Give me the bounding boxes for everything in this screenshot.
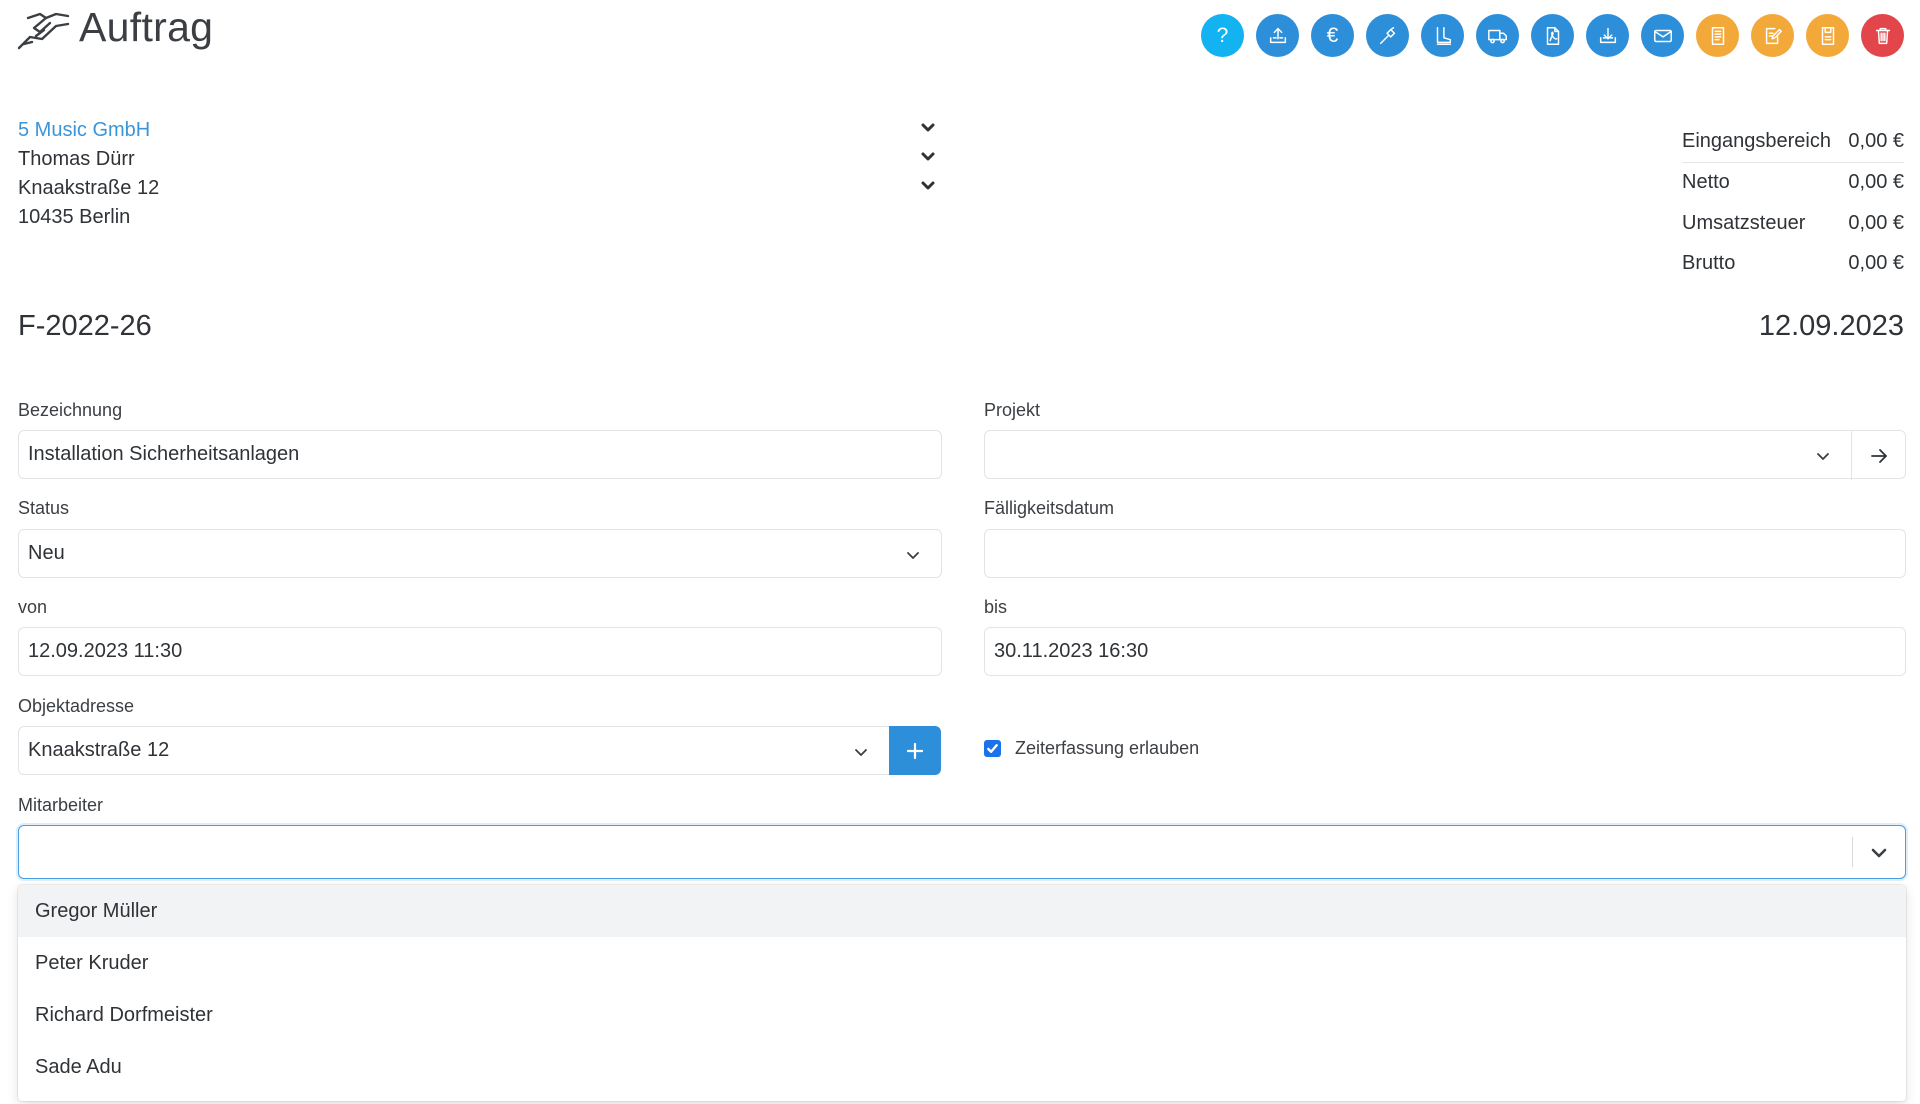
upload-button[interactable] [1256, 14, 1299, 57]
bezeichnung-label: Bezeichnung [18, 400, 123, 420]
mitarbeiter-input[interactable] [29, 826, 1849, 878]
contact-dropdown-toggle[interactable] [917, 146, 939, 168]
document-button[interactable] [1696, 14, 1739, 57]
help-button[interactable]: ? [1201, 14, 1244, 57]
mail-button[interactable] [1641, 14, 1684, 57]
bis-field[interactable] [984, 627, 1906, 676]
total-value: 0,00 € [1848, 252, 1904, 275]
euro-icon: € [1326, 24, 1339, 47]
total-row-eingangsbereich: Eingangsbereich 0,00 € [1682, 122, 1904, 163]
euro-button[interactable]: € [1311, 14, 1354, 57]
von-field[interactable] [18, 627, 942, 676]
status-label: Status [18, 498, 70, 518]
download-button[interactable] [1586, 14, 1629, 57]
plus-icon [906, 742, 924, 759]
boot-button[interactable] [1421, 14, 1464, 57]
bis-label: bis [984, 597, 1008, 617]
chevron-down-icon [905, 546, 921, 562]
total-row-brutto: Brutto 0,00 € [1682, 244, 1904, 285]
edit-button[interactable] [1751, 14, 1794, 57]
objektadresse-select[interactable]: Knaakstraße 12 [18, 726, 890, 775]
hammer-icon [1379, 26, 1395, 44]
add-objektadresse-button[interactable] [889, 726, 941, 775]
faelligkeitsdatum-field[interactable] [984, 529, 1906, 578]
delivery-button[interactable] [1476, 14, 1519, 57]
totals-panel: Eingangsbereich 0,00 € Netto 0,00 € Umsa… [1682, 122, 1904, 284]
address-dropdown-toggle[interactable] [917, 175, 939, 197]
trash-icon [1875, 27, 1890, 44]
dropdown-option[interactable]: Richard Dorfmeister [18, 989, 1906, 1041]
objektadresse-value: Knaakstraße 12 [28, 739, 170, 761]
chevron-down-icon [921, 152, 935, 161]
pdf-icon [1546, 26, 1559, 45]
chevron-down-icon[interactable] [1869, 843, 1889, 863]
arrow-right-icon [1870, 448, 1887, 463]
total-row-netto: Netto 0,00 € [1682, 163, 1904, 204]
projekt-select[interactable] [984, 430, 1906, 480]
mitarbeiter-dropdown: Gregor Müller Peter Kruder Richard Dorfm… [18, 885, 1906, 1101]
upload-icon [1269, 27, 1286, 43]
status-select[interactable]: Neu [18, 529, 942, 578]
zeiterfassung-checkbox[interactable] [984, 740, 1001, 757]
zeiterfassung-label[interactable]: Zeiterfassung erlauben [1015, 738, 1199, 759]
faelligkeitsdatum-label: Fälligkeitsdatum [984, 498, 1115, 518]
total-label: Umsatzsteuer [1682, 211, 1806, 234]
handshake-logo-icon [16, 6, 72, 54]
total-label: Brutto [1682, 252, 1736, 275]
save-button[interactable] [1806, 14, 1849, 57]
truck-icon [1487, 29, 1507, 43]
customer-company-link[interactable]: 5 Music GmbH [18, 119, 150, 142]
boot-icon [1436, 26, 1451, 45]
von-label: von [18, 597, 48, 617]
customer-contact: Thomas Dürr [18, 148, 135, 170]
checkmark-icon [987, 744, 998, 753]
dropdown-option[interactable]: Peter Kruder [18, 937, 1906, 989]
status-value: Neu [28, 542, 65, 564]
hammer-button[interactable] [1366, 14, 1409, 57]
mitarbeiter-combobox[interactable] [18, 825, 1906, 879]
projekt-label: Projekt [984, 400, 1041, 420]
page-title: Auftrag [79, 4, 214, 50]
edit-icon [1765, 27, 1782, 44]
document-date: 12.09.2023 [1758, 310, 1904, 342]
combobox-separator [1852, 837, 1853, 867]
company-dropdown-toggle[interactable] [917, 117, 939, 139]
bezeichnung-input[interactable] [28, 443, 932, 466]
projekt-open-button[interactable] [1851, 431, 1905, 480]
save-icon [1821, 26, 1834, 45]
dropdown-option[interactable]: Sade Adu [18, 1041, 1906, 1093]
bis-input[interactable] [994, 640, 1896, 663]
dropdown-option[interactable]: Gregor Müller [18, 885, 1906, 937]
customer-city: 10435 Berlin [18, 206, 131, 228]
chevron-down-icon [921, 181, 935, 190]
help-icon: ? [1216, 24, 1229, 47]
chevron-down-icon [853, 743, 869, 759]
faelligkeitsdatum-input[interactable] [994, 542, 1896, 565]
chevron-down-icon [1815, 447, 1831, 463]
total-label: Eingangsbereich [1682, 130, 1831, 153]
delete-button[interactable] [1861, 14, 1904, 57]
toolbar: ? € [1201, 14, 1904, 57]
download-icon [1599, 27, 1616, 43]
objektadresse-label: Objektadresse [18, 696, 135, 716]
pdf-button[interactable] [1531, 14, 1574, 57]
chevron-down-icon [921, 123, 935, 132]
total-label: Netto [1682, 171, 1730, 194]
mail-icon [1653, 29, 1672, 42]
total-value: 0,00 € [1848, 211, 1904, 234]
document-icon [1711, 26, 1724, 45]
customer-street: Knaakstraße 12 [18, 177, 160, 199]
total-value: 0,00 € [1848, 171, 1904, 194]
bezeichnung-field[interactable] [18, 430, 942, 479]
total-row-umsatzsteuer: Umsatzsteuer 0,00 € [1682, 203, 1904, 244]
mitarbeiter-label: Mitarbeiter [18, 795, 104, 815]
document-number: F-2022-26 [18, 310, 152, 342]
total-value: 0,00 € [1848, 130, 1904, 153]
von-input[interactable] [28, 640, 932, 663]
